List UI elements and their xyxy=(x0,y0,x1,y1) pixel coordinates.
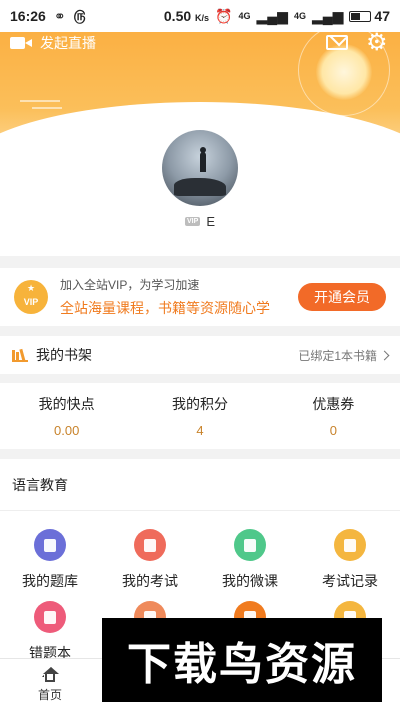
signal-icon-2: ▂▄▆ xyxy=(311,7,344,24)
settings-gear-icon[interactable]: ⚙ xyxy=(366,32,388,55)
link-icon: ⚭ xyxy=(53,7,66,24)
vip-promo-subtitle: 全站海量课程，书籍等资源随心学 xyxy=(60,300,270,316)
exam-icon xyxy=(134,529,166,561)
username: E xyxy=(206,214,215,229)
camera-icon xyxy=(10,36,32,50)
alarm-icon: ⏰ xyxy=(215,7,233,24)
signal-4g-1: 4G xyxy=(238,11,251,21)
bookshelf-icon xyxy=(12,348,28,363)
battery-level: 47 xyxy=(374,8,390,24)
vip-badge-icon: VIP xyxy=(14,280,48,314)
chevron-right-icon xyxy=(379,350,390,360)
avatar[interactable] xyxy=(159,127,241,209)
vip-tag: VIP xyxy=(185,217,201,226)
feature-item[interactable]: 考试记录 xyxy=(300,529,400,591)
status-bar: 16:26 ⚭ ௫ 0.50 K/s ⏰ 4G ▂▄▆ 4G ▂▄▆ 47 xyxy=(0,0,400,32)
feature-item[interactable]: 错题本 xyxy=(0,601,100,663)
nav-home-label: 首页 xyxy=(37,688,62,702)
stat-value: 0 xyxy=(329,423,337,438)
stat-coupons[interactable]: 优惠券 0 xyxy=(267,383,400,449)
stat-points-quick[interactable]: 我的快点 0.00 xyxy=(0,383,133,449)
stat-label: 我的积分 xyxy=(171,396,228,412)
stats-bar: 我的快点 0.00 我的积分 4 优惠券 0 xyxy=(0,383,400,449)
stat-label: 我的快点 xyxy=(38,396,95,412)
wrong-answers-icon xyxy=(34,601,66,633)
feature-label: 我的考试 xyxy=(122,573,178,589)
bookshelf-status: 已绑定1本书籍 xyxy=(298,347,390,364)
home-icon xyxy=(41,667,59,683)
vip-promo-card: VIP 加入全站VIP，为学习加速 全站海量课程，书籍等资源随心学 开通会员 xyxy=(0,268,400,326)
exam-record-icon xyxy=(334,529,366,561)
username-row: VIP E xyxy=(0,214,400,229)
start-live-label: 发起直播 xyxy=(40,35,96,51)
nav-home[interactable]: 首页 xyxy=(0,659,100,711)
network-speed: 0.50 K/s xyxy=(163,8,210,24)
my-bookshelf-row[interactable]: 我的书架 已绑定1本书籍 xyxy=(0,336,400,374)
battery-icon: 47 xyxy=(349,8,390,24)
feature-item[interactable]: 我的考试 xyxy=(100,529,200,591)
mail-icon[interactable] xyxy=(326,35,348,50)
feature-item[interactable]: 我的题库 xyxy=(0,529,100,591)
start-live-button[interactable]: 发起直播 xyxy=(10,32,96,54)
question-bank-icon xyxy=(34,529,66,561)
sync-icon: ௫ xyxy=(73,6,86,23)
stat-value: 4 xyxy=(196,423,204,438)
stat-points[interactable]: 我的积分 4 xyxy=(133,383,266,449)
stat-value: 0.00 xyxy=(54,423,80,438)
watermark-overlay: 下载鸟资源 xyxy=(102,618,382,702)
feature-label: 我的题库 xyxy=(22,573,78,589)
open-membership-button[interactable]: 开通会员 xyxy=(298,283,386,311)
signal-4g-2: 4G xyxy=(293,11,306,21)
signal-icon: ▂▄▆ xyxy=(256,7,288,24)
feature-label: 我的微课 xyxy=(222,573,278,589)
feature-item[interactable]: 我的微课 xyxy=(200,529,300,591)
section-title: 语言教育 xyxy=(0,459,400,511)
banner-sun xyxy=(316,44,372,100)
status-time: 16:26 xyxy=(10,8,46,24)
micro-course-icon xyxy=(234,529,266,561)
feature-label: 考试记录 xyxy=(322,573,378,589)
bookshelf-title: 我的书架 xyxy=(36,347,92,363)
vip-promo-title: 加入全站VIP，为学习加速 xyxy=(60,278,200,292)
stat-label: 优惠券 xyxy=(312,396,355,412)
